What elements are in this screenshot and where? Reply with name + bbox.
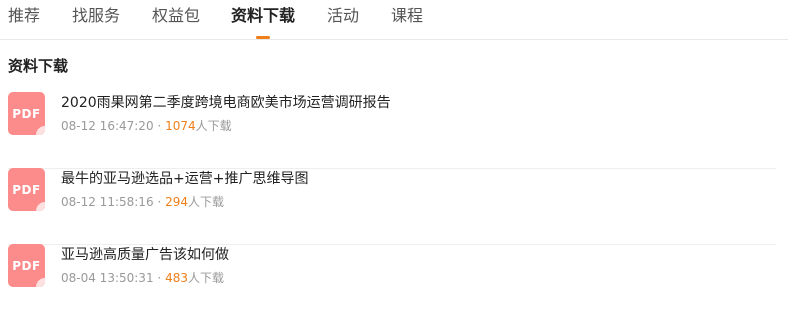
tab-recommend[interactable]: 推荐 <box>8 6 40 26</box>
download-count: 483 <box>165 271 188 285</box>
meta-separator: · <box>157 271 162 285</box>
list-item[interactable]: PDF 亚马逊高质量广告该如何做 08-04 13:50:31 · 483人下载 <box>8 244 776 320</box>
pdf-file-icon: PDF <box>8 168 45 211</box>
item-title[interactable]: 亚马逊高质量广告该如何做 <box>61 246 229 264</box>
tab-benefit-packs[interactable]: 权益包 <box>152 6 200 26</box>
section-title: 资料下载 <box>8 57 69 75</box>
item-title[interactable]: 2020雨果网第二季度跨境电商欧美市场运营调研报告 <box>61 94 391 112</box>
download-suffix: 人下载 <box>195 119 232 133</box>
tab-bar: 推荐 找服务 权益包 资料下载 活动 课程 <box>0 0 788 40</box>
item-title[interactable]: 最牛的亚马逊选品+运营+推广思维导图 <box>61 170 308 188</box>
tab-services[interactable]: 找服务 <box>72 6 120 26</box>
item-meta: 08-12 16:47:20 · 1074人下载 <box>61 118 232 134</box>
download-suffix: 人下载 <box>187 195 224 209</box>
meta-separator: · <box>157 119 162 133</box>
download-count: 294 <box>165 195 188 209</box>
tab-events[interactable]: 活动 <box>327 6 359 26</box>
list-item[interactable]: PDF 最牛的亚马逊选品+运营+推广思维导图 08-12 11:58:16 · … <box>8 168 776 245</box>
meta-separator: · <box>157 195 162 209</box>
active-tab-indicator <box>256 36 270 39</box>
item-meta: 08-12 11:58:16 · 294人下载 <box>61 194 224 210</box>
item-time: 08-04 13:50:31 <box>61 271 154 285</box>
item-time: 08-12 16:47:20 <box>61 119 154 133</box>
tab-courses[interactable]: 课程 <box>391 6 423 26</box>
tab-downloads[interactable]: 资料下载 <box>231 6 295 26</box>
pdf-file-icon: PDF <box>8 244 45 287</box>
download-suffix: 人下载 <box>187 271 224 285</box>
download-count: 1074 <box>165 119 196 133</box>
item-meta: 08-04 13:50:31 · 483人下载 <box>61 270 224 286</box>
pdf-file-icon: PDF <box>8 92 45 135</box>
item-time: 08-12 11:58:16 <box>61 195 154 209</box>
list-item[interactable]: PDF 2020雨果网第二季度跨境电商欧美市场运营调研报告 08-12 16:4… <box>8 92 776 169</box>
